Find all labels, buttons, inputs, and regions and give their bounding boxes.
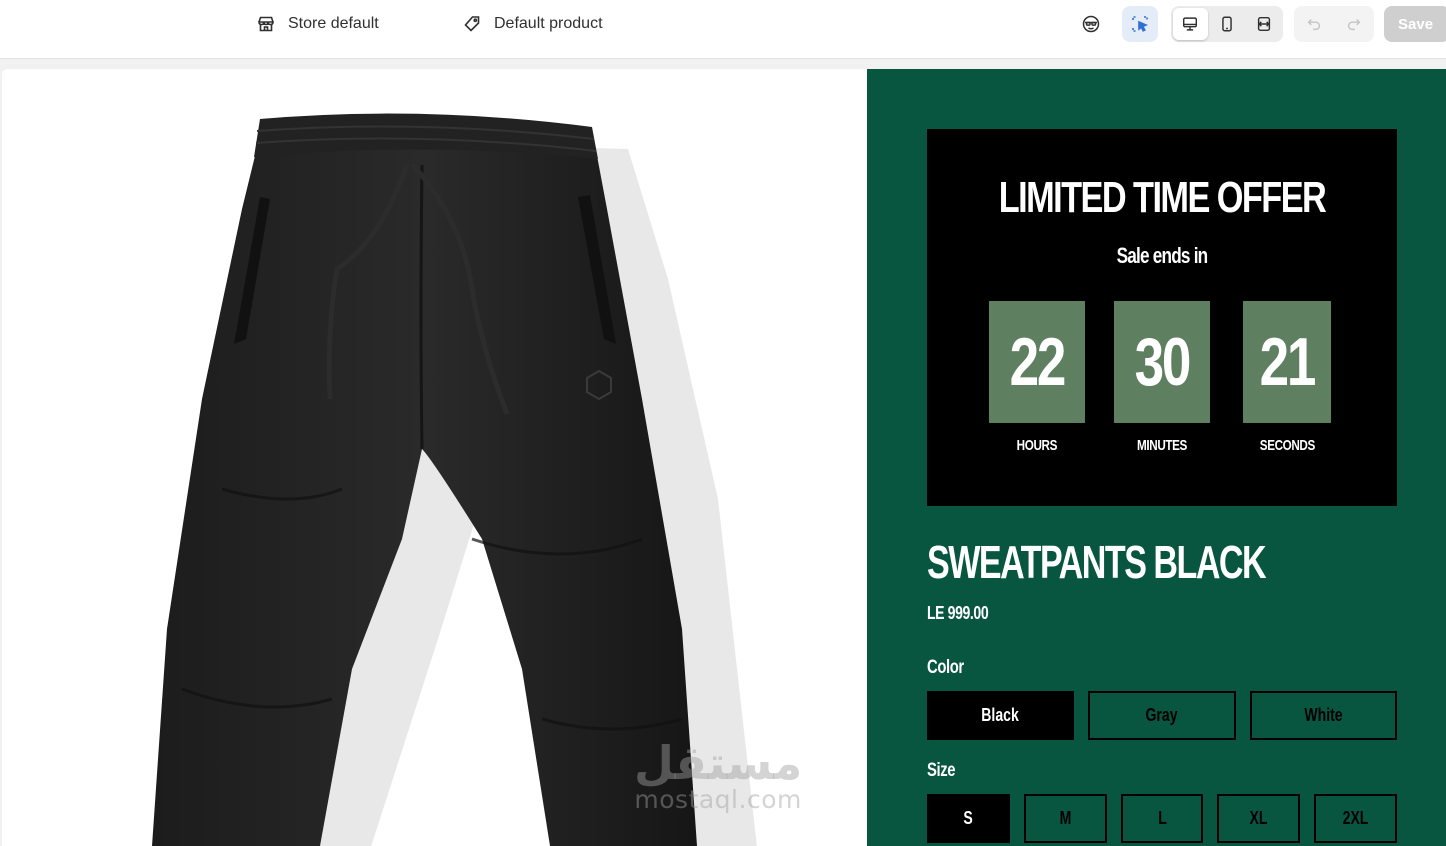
timer-seconds-box: 21 — [1243, 301, 1331, 423]
offer-title: LIMITED TIME OFFER — [998, 173, 1327, 222]
timer-hours-label: HOURS — [1016, 437, 1058, 454]
timer-seconds-value: 21 — [1259, 324, 1317, 400]
timer-minutes-box: 30 — [1114, 301, 1210, 423]
product-image-pane — [2, 69, 867, 846]
color-option-black[interactable]: Black — [927, 691, 1074, 740]
full-width-view-button[interactable] — [1246, 8, 1281, 40]
store-context-label: Store default — [288, 15, 379, 32]
mobile-icon — [1222, 16, 1232, 32]
product-image[interactable] — [2, 69, 867, 846]
watermark-latin: mostaql.com — [634, 785, 802, 814]
desktop-view-button[interactable] — [1173, 8, 1208, 40]
undo-icon[interactable] — [1305, 15, 1323, 33]
store-icon — [258, 16, 274, 32]
size-option-m[interactable]: M — [1024, 794, 1107, 843]
product-price: LE 999.00 — [927, 603, 989, 623]
size-option-label: Size — [927, 760, 956, 781]
timer-seconds-label: SECONDS — [1259, 437, 1315, 454]
editor-toolbar: Store default Default product Save — [0, 0, 1446, 59]
mostaql-watermark: مستقل mostaql.com — [634, 738, 802, 812]
size-option-xl[interactable]: XL — [1217, 794, 1300, 843]
timer-hours-box: 22 — [989, 301, 1085, 423]
watermark-arabic: مستقل — [634, 736, 803, 790]
viewport-switcher — [1171, 6, 1283, 42]
history-controls — [1294, 6, 1374, 42]
color-option-white[interactable]: White — [1250, 691, 1397, 740]
full-width-icon — [1257, 16, 1270, 32]
size-option-l[interactable]: L — [1121, 794, 1203, 843]
offer-subtitle: Sale ends in — [1116, 243, 1209, 268]
avatar-icon — [1082, 15, 1100, 33]
product-context-selector[interactable]: Default product — [462, 0, 603, 48]
color-option-label: Color — [927, 657, 964, 678]
tag-icon — [464, 16, 480, 32]
inspector-icon — [1132, 16, 1149, 32]
size-option-2xl[interactable]: 2XL — [1314, 794, 1397, 843]
collaborator-avatar[interactable] — [1073, 6, 1109, 42]
inspector-toggle[interactable] — [1122, 6, 1158, 42]
size-option-s[interactable]: S — [927, 794, 1010, 843]
countdown-banner: LIMITED TIME OFFER Sale ends in 22 30 21… — [927, 129, 1397, 506]
mobile-view-button[interactable] — [1210, 8, 1245, 40]
store-context-selector[interactable]: Store default — [256, 0, 379, 48]
product-context-label: Default product — [494, 15, 603, 32]
timer-hours-value: 22 — [1009, 324, 1067, 400]
product-title: SWEATPANTS BLACK — [927, 536, 1267, 588]
timer-minutes-label: MINUTES — [1137, 437, 1187, 454]
save-button[interactable]: Save — [1384, 6, 1446, 42]
product-info-pane: LIMITED TIME OFFER Sale ends in 22 30 21… — [867, 69, 1446, 846]
redo-icon[interactable] — [1345, 15, 1363, 33]
color-option-gray[interactable]: Gray — [1088, 691, 1236, 740]
desktop-icon — [1183, 17, 1198, 31]
timer-minutes-value: 30 — [1134, 324, 1192, 400]
